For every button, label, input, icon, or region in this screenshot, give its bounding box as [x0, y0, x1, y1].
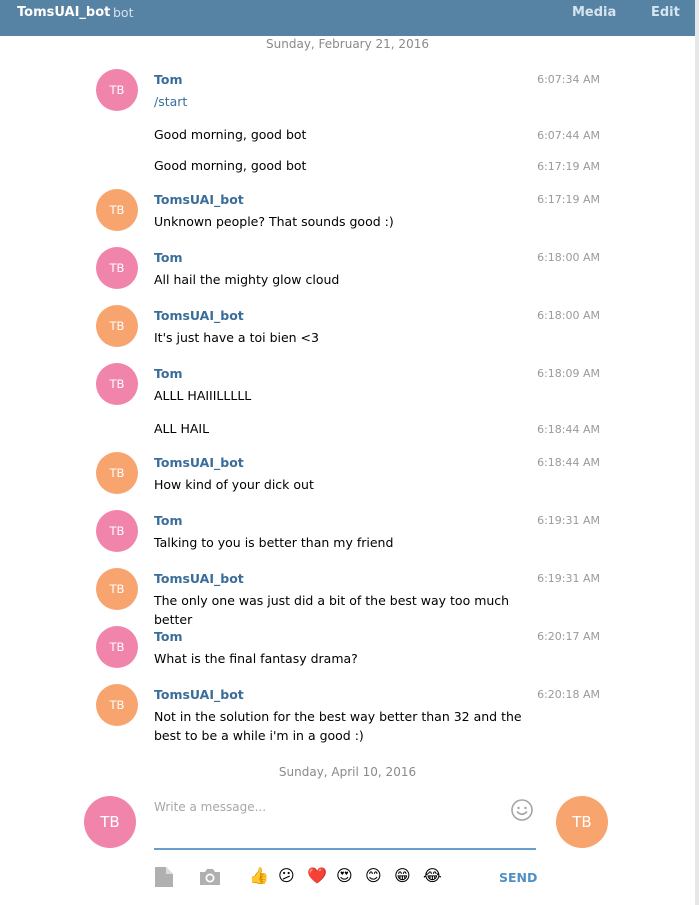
input-underline — [154, 848, 536, 850]
message-sender[interactable]: TomsUAI_bot — [154, 308, 244, 323]
message-sender[interactable]: Tom — [154, 513, 182, 528]
edit-button[interactable]: Edit — [651, 5, 680, 20]
scrollbar[interactable] — [695, 0, 699, 905]
attach-file-icon[interactable] — [153, 866, 175, 888]
message-text: The only one was just did a bit of the b… — [154, 593, 510, 627]
message-text: Talking to you is better than my friend — [154, 535, 394, 550]
chat-header: TomsUAI_bot bot Media Edit — [0, 0, 695, 36]
avatar[interactable]: TB — [96, 305, 138, 347]
media-button[interactable]: Media — [572, 5, 616, 20]
avatar[interactable]: TB — [96, 363, 138, 405]
message-sender[interactable]: Tom — [154, 250, 182, 265]
message-text: What is the final fantasy drama? — [154, 651, 358, 666]
message-time: 6:20:17 AM — [537, 630, 600, 643]
message-sender[interactable]: Tom — [154, 629, 182, 644]
grin-emoji-icon[interactable]: 😁 — [394, 866, 411, 885]
message-text: Good morning, good bot — [154, 127, 307, 142]
message-text: Not in the solution for the best way bet… — [154, 709, 522, 743]
my-avatar[interactable]: TB — [84, 796, 136, 848]
avatar[interactable]: TB — [96, 510, 138, 552]
avatar[interactable]: TB — [96, 69, 138, 111]
confused-emoji-icon[interactable]: 😕 — [278, 866, 295, 885]
avatar[interactable]: TB — [96, 452, 138, 494]
emoji-picker-icon[interactable] — [510, 798, 534, 822]
message-text: It's just have a toi bien <3 — [154, 330, 319, 345]
message-time: 6:18:00 AM — [537, 251, 600, 264]
heart-eyes-emoji-icon[interactable]: 😍 — [336, 866, 353, 885]
message-input[interactable] — [154, 795, 504, 819]
message-text: Good morning, good bot — [154, 158, 307, 173]
date-separator: Sunday, February 21, 2016 — [266, 37, 429, 51]
message-time: 6:07:34 AM — [537, 73, 600, 86]
heart-emoji-icon[interactable]: ❤️ — [307, 866, 327, 885]
message-sender[interactable]: Tom — [154, 366, 182, 381]
smile-emoji-icon[interactable]: 😊 — [365, 866, 382, 885]
avatar[interactable]: TB — [96, 684, 138, 726]
attach-photo-icon[interactable] — [199, 866, 221, 888]
message-sender[interactable]: TomsUAI_bot — [154, 192, 244, 207]
message-time: 6:20:18 AM — [537, 688, 600, 701]
message-time: 6:17:19 AM — [537, 193, 600, 206]
message-time: 6:07:44 AM — [537, 129, 600, 142]
chat-subtitle: bot — [113, 5, 134, 20]
peer-avatar[interactable]: TB — [556, 796, 608, 848]
message-time: 6:18:09 AM — [537, 367, 600, 380]
message-time: 6:18:44 AM — [537, 456, 600, 469]
message-sender[interactable]: TomsUAI_bot — [154, 687, 244, 702]
message-sender[interactable]: TomsUAI_bot — [154, 571, 244, 586]
message-text: ALLL HAIIILLLLL — [154, 388, 252, 403]
avatar[interactable]: TB — [96, 626, 138, 668]
avatar[interactable]: TB — [96, 568, 138, 610]
message-text[interactable]: /start — [154, 92, 536, 111]
thumbs-up-emoji-icon[interactable]: 👍 — [249, 866, 269, 885]
message-text: All hail the mighty glow cloud — [154, 272, 340, 287]
message-text: Unknown people? That sounds good :) — [154, 214, 394, 229]
chat-title[interactable]: TomsUAI_bot — [17, 5, 110, 20]
message-time: 6:19:31 AM — [537, 572, 600, 585]
message-text: ALL HAIL — [154, 421, 210, 436]
date-separator: Sunday, April 10, 2016 — [278, 765, 417, 779]
message-sender[interactable]: Tom — [154, 72, 182, 87]
message-text: How kind of your dick out — [154, 477, 314, 492]
send-button[interactable]: SEND — [499, 870, 537, 885]
message-time: 6:18:00 AM — [537, 309, 600, 322]
message-time: 6:17:19 AM — [537, 160, 600, 173]
avatar[interactable]: TB — [96, 247, 138, 289]
tears-of-joy-emoji-icon[interactable]: 😂 — [423, 866, 442, 885]
message-sender[interactable]: TomsUAI_bot — [154, 455, 244, 470]
avatar[interactable]: TB — [96, 189, 138, 231]
message-time: 6:18:44 AM — [537, 423, 600, 436]
message-time: 6:19:31 AM — [537, 514, 600, 527]
